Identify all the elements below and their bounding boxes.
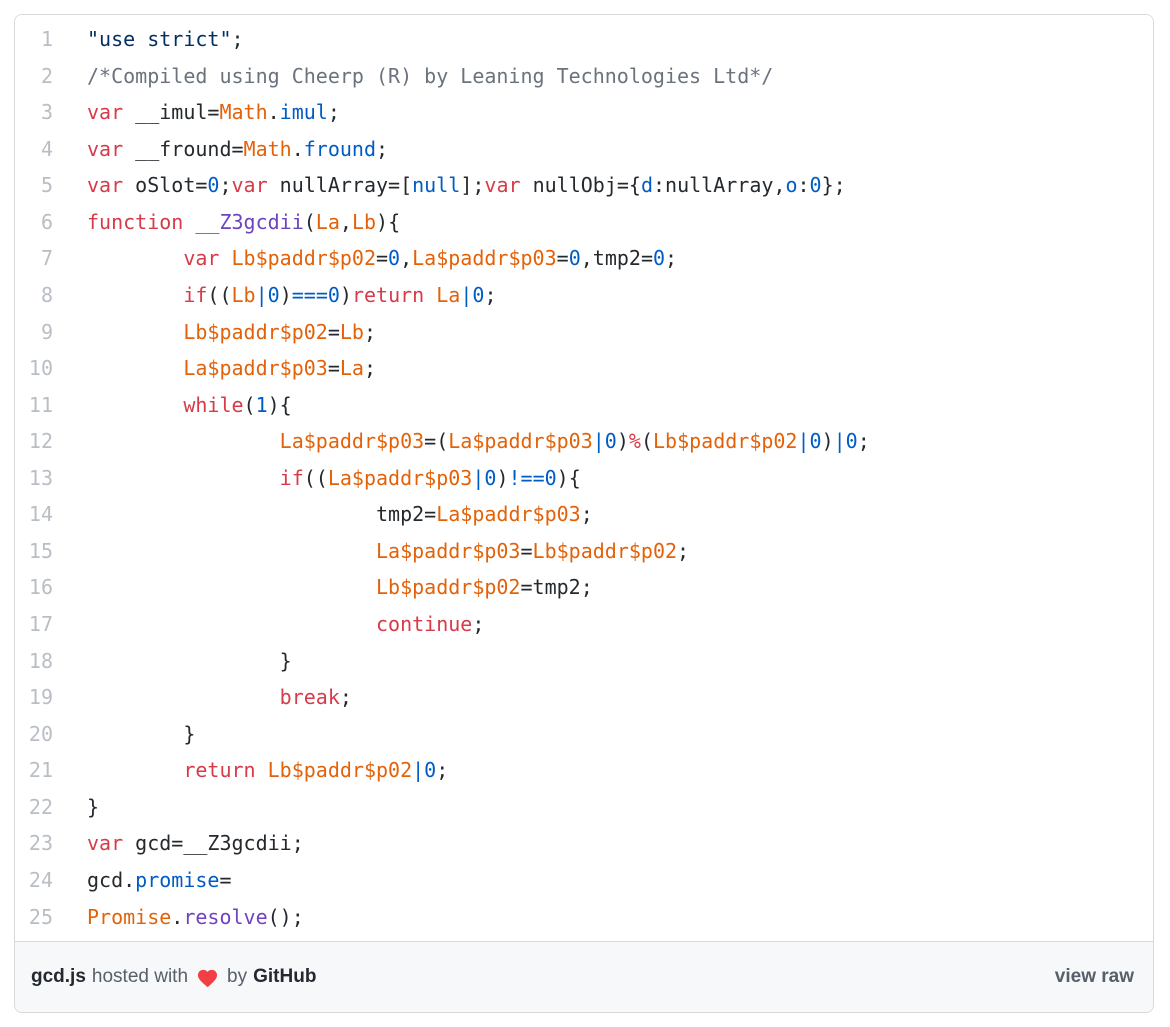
code-text: var __fround=Math.fround; xyxy=(53,131,388,168)
filename-link[interactable]: gcd.js xyxy=(31,966,86,988)
code-line: 1"use strict"; xyxy=(15,21,1143,58)
line-number: 17 xyxy=(15,606,53,643)
code-text: /*Compiled using Cheerp (R) by Leaning T… xyxy=(53,58,773,95)
line-number: 1 xyxy=(15,21,53,58)
code-text: "use strict"; xyxy=(53,21,244,58)
line-number: 12 xyxy=(15,423,53,460)
code-block: 1"use strict";2/*Compiled using Cheerp (… xyxy=(15,15,1153,941)
line-number: 23 xyxy=(15,825,53,862)
code-line: 15 La$paddr$p03=Lb$paddr$p02; xyxy=(15,533,1143,570)
code-line: 22} xyxy=(15,789,1143,826)
code-text: La$paddr$p03=(La$paddr$p03|0)%(Lb$paddr$… xyxy=(53,423,870,460)
gist-attribution: gcd.js hosted with by GitHub xyxy=(31,966,316,988)
line-number: 15 xyxy=(15,533,53,570)
line-number: 25 xyxy=(15,899,53,936)
line-number: 22 xyxy=(15,789,53,826)
line-number: 4 xyxy=(15,131,53,168)
code-text: var __imul=Math.imul; xyxy=(53,94,340,131)
code-text: while(1){ xyxy=(53,387,292,424)
code-line: 19 break; xyxy=(15,679,1143,716)
code-line: 16 Lb$paddr$p02=tmp2; xyxy=(15,569,1143,606)
code-line: 11 while(1){ xyxy=(15,387,1143,424)
line-number: 18 xyxy=(15,643,53,680)
line-number: 13 xyxy=(15,460,53,497)
line-number: 21 xyxy=(15,752,53,789)
code-text: if((La$paddr$p03|0)!==0){ xyxy=(53,460,581,497)
gist-embed: 1"use strict";2/*Compiled using Cheerp (… xyxy=(14,14,1154,1013)
code-text: } xyxy=(53,643,292,680)
line-number: 11 xyxy=(15,387,53,424)
by-text: by xyxy=(227,966,247,988)
code-text: Lb$paddr$p02=Lb; xyxy=(53,314,376,351)
line-number: 2 xyxy=(15,58,53,95)
code-line: 14 tmp2=La$paddr$p03; xyxy=(15,496,1143,533)
code-line: 17 continue; xyxy=(15,606,1143,643)
code-line: 7 var Lb$paddr$p02=0,La$paddr$p03=0,tmp2… xyxy=(15,240,1143,277)
line-number: 19 xyxy=(15,679,53,716)
code-line: 2/*Compiled using Cheerp (R) by Leaning … xyxy=(15,58,1143,95)
github-link[interactable]: GitHub xyxy=(253,966,316,988)
line-number: 20 xyxy=(15,716,53,753)
code-text: } xyxy=(53,789,99,826)
code-text: Lb$paddr$p02=tmp2; xyxy=(53,569,593,606)
heart-icon xyxy=(196,967,219,988)
code-line: 4var __fround=Math.fround; xyxy=(15,131,1143,168)
view-raw-link[interactable]: view raw xyxy=(1055,966,1134,988)
line-number: 24 xyxy=(15,862,53,899)
code-text: function __Z3gcdii(La,Lb){ xyxy=(53,204,400,241)
code-line: 3var __imul=Math.imul; xyxy=(15,94,1143,131)
code-text: if((Lb|0)===0)return La|0; xyxy=(53,277,497,314)
code-line: 5var oSlot=0;var nullArray=[null];var nu… xyxy=(15,167,1143,204)
code-text: La$paddr$p03=Lb$paddr$p02; xyxy=(53,533,689,570)
code-text: break; xyxy=(53,679,352,716)
code-line: 18 } xyxy=(15,643,1143,680)
code-line: 24gcd.promise= xyxy=(15,862,1143,899)
line-number: 9 xyxy=(15,314,53,351)
code-line: 9 Lb$paddr$p02=Lb; xyxy=(15,314,1143,351)
code-line: 6function __Z3gcdii(La,Lb){ xyxy=(15,204,1143,241)
code-line: 25Promise.resolve(); xyxy=(15,899,1143,936)
code-text: tmp2=La$paddr$p03; xyxy=(53,496,593,533)
code-text: gcd.promise= xyxy=(53,862,232,899)
line-number: 8 xyxy=(15,277,53,314)
line-number: 5 xyxy=(15,167,53,204)
code-text: var oSlot=0;var nullArray=[null];var nul… xyxy=(53,167,846,204)
line-number: 16 xyxy=(15,569,53,606)
code-line: 23var gcd=__Z3gcdii; xyxy=(15,825,1143,862)
code-text: var Lb$paddr$p02=0,La$paddr$p03=0,tmp2=0… xyxy=(53,240,677,277)
line-number: 10 xyxy=(15,350,53,387)
code-line: 21 return Lb$paddr$p02|0; xyxy=(15,752,1143,789)
gist-footer: gcd.js hosted with by GitHub view raw xyxy=(15,941,1153,1012)
code-text: return Lb$paddr$p02|0; xyxy=(53,752,448,789)
line-number: 3 xyxy=(15,94,53,131)
code-line: 12 La$paddr$p03=(La$paddr$p03|0)%(Lb$pad… xyxy=(15,423,1143,460)
code-line: 10 La$paddr$p03=La; xyxy=(15,350,1143,387)
code-text: continue; xyxy=(53,606,484,643)
code-text: Promise.resolve(); xyxy=(53,899,304,936)
code-text: La$paddr$p03=La; xyxy=(53,350,376,387)
line-number: 14 xyxy=(15,496,53,533)
code-text: var gcd=__Z3gcdii; xyxy=(53,825,304,862)
hosted-with-text: hosted with xyxy=(92,966,188,988)
code-line: 8 if((Lb|0)===0)return La|0; xyxy=(15,277,1143,314)
line-number: 7 xyxy=(15,240,53,277)
code-text: } xyxy=(53,716,195,753)
line-number: 6 xyxy=(15,204,53,241)
code-line: 20 } xyxy=(15,716,1143,753)
code-line: 13 if((La$paddr$p03|0)!==0){ xyxy=(15,460,1143,497)
